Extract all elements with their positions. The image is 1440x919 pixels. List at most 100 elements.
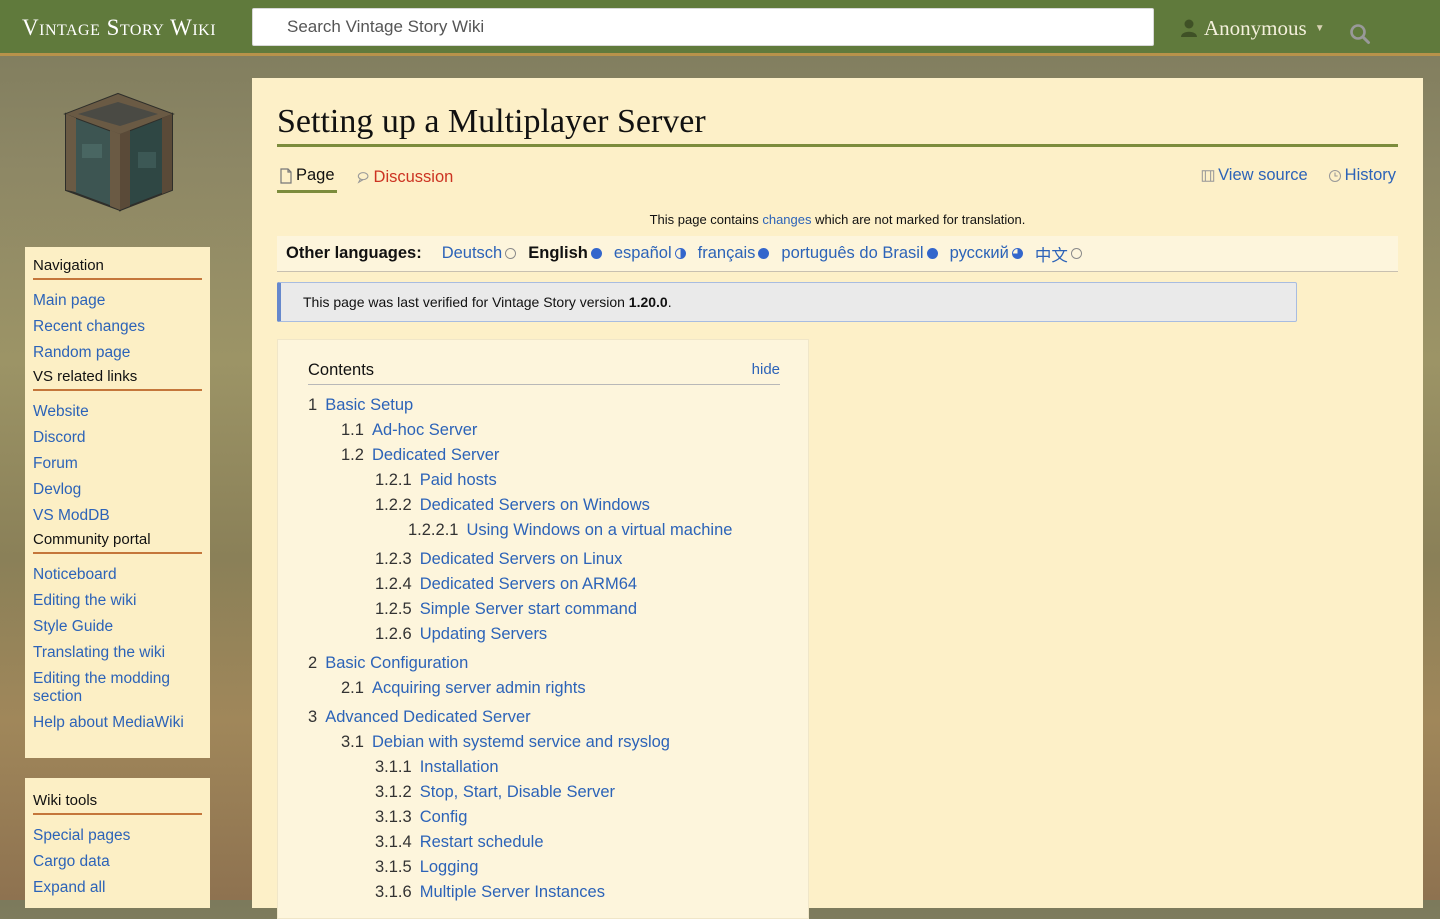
sidebar-item-website[interactable]: Website bbox=[33, 399, 202, 425]
toc-link: Acquiring server admin rights bbox=[371, 679, 586, 697]
toc-number: 3.1 bbox=[341, 733, 364, 751]
sidebar-item-vs-moddb[interactable]: VS ModDB bbox=[33, 503, 202, 529]
language-name: Deutsch bbox=[441, 244, 503, 262]
tab-view-source[interactable]: View source bbox=[1201, 166, 1308, 185]
toc-item[interactable]: 1.1 Ad-hoc Server bbox=[308, 418, 780, 443]
sidebar-item-translating-the-wiki[interactable]: Translating the wiki bbox=[33, 640, 202, 666]
toc-item[interactable]: 3 Advanced Dedicated Server bbox=[308, 705, 780, 730]
toc-number: 1.2.1 bbox=[375, 471, 412, 489]
sidebar-item-forum[interactable]: Forum bbox=[33, 451, 202, 477]
sidebar-item-help-about-mediawiki[interactable]: Help about MediaWiki bbox=[33, 710, 202, 736]
toc-link: Stop, Start, Disable Server bbox=[419, 783, 616, 801]
toc-item[interactable]: 1.2.3 Dedicated Servers on Linux bbox=[308, 547, 780, 572]
changes-link[interactable]: changes bbox=[762, 212, 811, 227]
language-name: 中文 bbox=[1034, 246, 1068, 265]
toc-hide-link[interactable]: hide bbox=[752, 361, 780, 378]
sidebar-item-recent-changes[interactable]: Recent changes bbox=[33, 314, 202, 340]
user-label: Anonymous bbox=[1204, 15, 1307, 40]
sidebar-item-editing-the-modding-section[interactable]: Editing the modding section bbox=[33, 666, 202, 710]
language-link-espanol[interactable]: español bbox=[614, 244, 686, 263]
tab-history[interactable]: History bbox=[1328, 166, 1396, 185]
toc-item[interactable]: 1 Basic Setup bbox=[308, 393, 780, 418]
site-logo[interactable] bbox=[58, 92, 180, 214]
language-name: français bbox=[697, 244, 756, 262]
translation-status-empty-icon bbox=[1070, 248, 1082, 259]
community-heading: Community portal bbox=[33, 529, 202, 554]
language-link-portugues-do-brasil[interactable]: português do Brasil bbox=[781, 244, 938, 263]
sidebar-item-editing-the-wiki[interactable]: Editing the wiki bbox=[33, 588, 202, 614]
toc-link: Debian with systemd service and rsyslog bbox=[371, 733, 670, 751]
page-title: Setting up a Multiplayer Server bbox=[277, 102, 1398, 147]
sidebar-item-discord[interactable]: Discord bbox=[33, 425, 202, 451]
toc-link: Using Windows on a virtual machine bbox=[466, 521, 733, 539]
language-link-francais[interactable]: français bbox=[698, 244, 770, 263]
toc-item[interactable]: 2.1 Acquiring server admin rights bbox=[308, 676, 780, 701]
clock-icon bbox=[1328, 169, 1341, 182]
toc-item[interactable]: 3.1.3 Config bbox=[308, 805, 780, 830]
user-icon bbox=[1181, 19, 1197, 37]
navigation-heading: Navigation bbox=[33, 255, 202, 280]
toc-link: Multiple Server Instances bbox=[419, 883, 605, 901]
toc-item[interactable]: 3.1.4 Restart schedule bbox=[308, 830, 780, 855]
user-menu[interactable]: Anonymous ▼ bbox=[1180, 14, 1325, 42]
translation-status-mostly-icon bbox=[1011, 248, 1023, 259]
toc-item[interactable]: 2 Basic Configuration bbox=[308, 651, 780, 676]
search-icon[interactable] bbox=[1349, 23, 1371, 45]
translation-status-half-icon bbox=[674, 248, 686, 259]
toc-item[interactable]: 3.1.2 Stop, Start, Disable Server bbox=[308, 780, 780, 805]
sidebar-item-noticeboard[interactable]: Noticeboard bbox=[33, 562, 202, 588]
sidebar-item-special-pages[interactable]: Special pages bbox=[33, 823, 202, 849]
toc-number: 2.1 bbox=[341, 679, 364, 697]
tab-view-source-label: View source bbox=[1218, 166, 1308, 184]
toc-number: 3.1.4 bbox=[375, 833, 412, 851]
toc-number: 1.1 bbox=[341, 421, 364, 439]
toc-item[interactable]: 1.2.5 Simple Server start command bbox=[308, 597, 780, 622]
toc-number: 1.2.5 bbox=[375, 600, 412, 618]
toc-item[interactable]: 3.1.5 Logging bbox=[308, 855, 780, 880]
toc-link: Simple Server start command bbox=[419, 600, 638, 618]
tab-page[interactable]: Page bbox=[277, 166, 337, 193]
tab-discussion-label: Discussion bbox=[373, 167, 454, 186]
page-icon bbox=[280, 167, 292, 184]
toc-link: Installation bbox=[419, 758, 499, 776]
toc-item[interactable]: 3.1.6 Multiple Server Instances bbox=[308, 880, 780, 905]
toc-title: Contents bbox=[308, 361, 375, 379]
site-brand-link[interactable]: Vintage Story Wiki bbox=[22, 15, 216, 41]
sidebar-item-random-page[interactable]: Random page bbox=[33, 340, 202, 366]
sidebar-item-devlog[interactable]: Devlog bbox=[33, 477, 202, 503]
toc-item[interactable]: 1.2.1 Paid hosts bbox=[308, 468, 780, 493]
tab-page-label: Page bbox=[296, 166, 335, 184]
toc-list: 1 Basic Setup 1.1 Ad-hoc Server 1.2 Dedicat… bbox=[308, 393, 780, 905]
toc-item[interactable]: 1.2.4 Dedicated Servers on ARM64 bbox=[308, 572, 780, 597]
verify-end: . bbox=[667, 294, 672, 310]
sidebar-item-expand-all[interactable]: Expand all bbox=[33, 875, 202, 901]
tab-discussion[interactable]: Discussion bbox=[355, 166, 456, 193]
toc-link: Updating Servers bbox=[419, 625, 548, 643]
language-link-chinese[interactable]: 中文 bbox=[1035, 242, 1082, 266]
version-notice: This page was last verified for Vintage … bbox=[277, 282, 1297, 322]
language-name: русский bbox=[949, 244, 1009, 262]
toc-item[interactable]: 3.1.1 Installation bbox=[308, 755, 780, 780]
toc-number: 3.1.3 bbox=[375, 808, 412, 826]
language-current-english: English bbox=[528, 244, 602, 263]
toc-item[interactable]: 1.2.2.1 Using Windows on a virtual machin… bbox=[308, 518, 780, 543]
toc-number: 3.1.6 bbox=[375, 883, 412, 901]
toc-item[interactable]: 1.2 Dedicated Server bbox=[308, 443, 780, 468]
language-link-russian[interactable]: русский bbox=[950, 244, 1023, 263]
search-input[interactable] bbox=[253, 9, 1093, 45]
toc-link: Restart schedule bbox=[419, 833, 544, 851]
toc-item[interactable]: 1.2.2 Dedicated Servers on Windows bbox=[308, 493, 780, 518]
sidebar-item-main-page[interactable]: Main page bbox=[33, 288, 202, 314]
toc-link: Basic Configuration bbox=[325, 654, 469, 672]
wiki-tools-heading: Wiki tools bbox=[33, 790, 202, 815]
toc-link: Logging bbox=[419, 858, 479, 876]
table-of-contents: Contents hide 1 Basic Setup 1.1 Ad-hoc Ser… bbox=[277, 339, 809, 919]
language-link-deutsch[interactable]: Deutsch bbox=[442, 244, 517, 263]
toc-item[interactable]: 1.2.6 Updating Servers bbox=[308, 622, 780, 647]
toc-number: 3 bbox=[308, 708, 318, 726]
sidebar-item-style-guide[interactable]: Style Guide bbox=[33, 614, 202, 640]
toc-item[interactable]: 3.1 Debian with systemd service and rsysl… bbox=[308, 730, 780, 755]
sidebar-item-cargo-data[interactable]: Cargo data bbox=[33, 849, 202, 875]
toc-link: Ad-hoc Server bbox=[371, 421, 478, 439]
language-name: English bbox=[528, 244, 588, 262]
